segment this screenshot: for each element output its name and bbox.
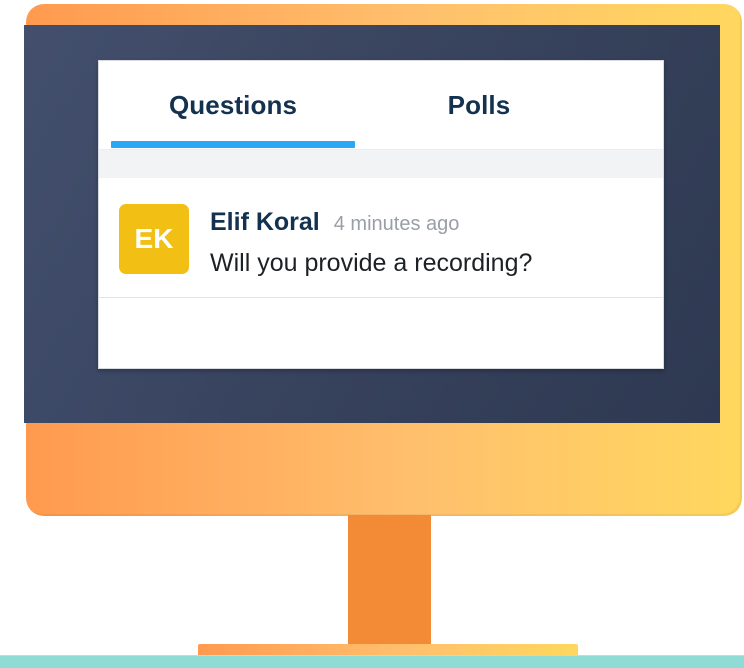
floor-highlight bbox=[0, 655, 744, 656]
floor-strip bbox=[0, 655, 744, 668]
section-divider bbox=[99, 149, 663, 179]
timestamp: 4 minutes ago bbox=[333, 213, 460, 235]
avatar-initials: EK bbox=[134, 223, 174, 254]
author-name: Elif Koral bbox=[210, 208, 320, 236]
avatar: EK bbox=[119, 204, 189, 274]
qa-panel: Questions Polls EK Elif Koral 4 minutes … bbox=[98, 60, 664, 369]
tab-questions[interactable]: Questions bbox=[111, 61, 355, 149]
tab-polls[interactable]: Polls bbox=[357, 61, 601, 149]
tab-bar: Questions Polls bbox=[99, 61, 663, 149]
tab-questions-label: Questions bbox=[168, 89, 298, 120]
active-tab-indicator bbox=[111, 141, 355, 148]
monitor-stand-neck bbox=[348, 515, 431, 645]
tab-polls-label: Polls bbox=[447, 89, 511, 120]
question-text: Will you provide a recording? bbox=[210, 249, 533, 277]
monitor-screen: Questions Polls EK Elif Koral 4 minutes … bbox=[24, 25, 720, 423]
question-meta: Elif Koral 4 minutes ago bbox=[210, 208, 459, 237]
question-list-item[interactable]: EK Elif Koral 4 minutes ago Will you pro… bbox=[99, 178, 663, 298]
computer-illustration: Questions Polls EK Elif Koral 4 minutes … bbox=[0, 0, 744, 668]
